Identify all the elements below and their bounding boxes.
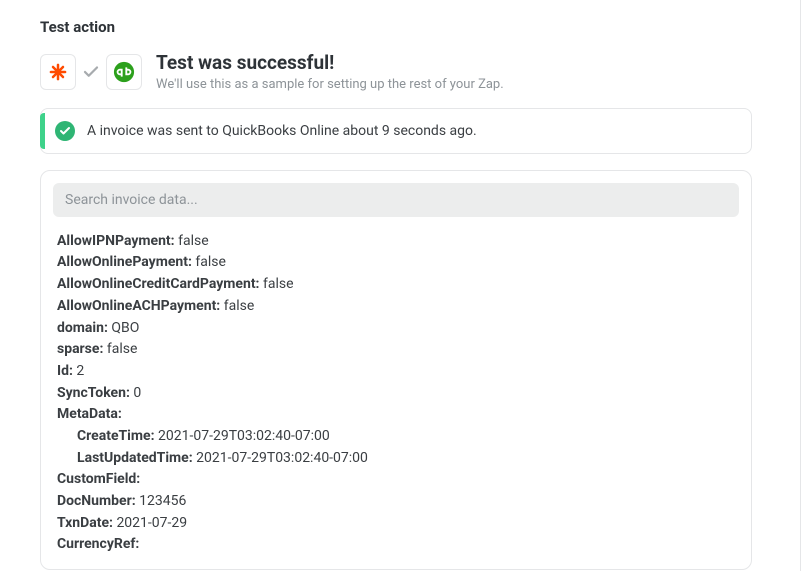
data-value: false bbox=[224, 298, 255, 314]
data-row: sparse: false bbox=[57, 339, 735, 361]
result-header: Test was successful! We'll use this as a… bbox=[40, 52, 801, 92]
quickbooks-logo-icon bbox=[113, 61, 135, 83]
data-row: CurrencyRef: bbox=[57, 534, 735, 556]
data-row: AllowOnlinePayment: false bbox=[57, 252, 735, 274]
data-key: AllowOnlineACHPayment: bbox=[57, 298, 220, 314]
data-key: Id: bbox=[57, 363, 73, 379]
data-key: AllowOnlineCreditCardPayment: bbox=[57, 276, 260, 292]
data-value: false bbox=[178, 233, 209, 249]
data-row: AllowIPNPayment: false bbox=[57, 231, 735, 253]
data-key: domain: bbox=[57, 320, 108, 336]
data-row: CustomField: bbox=[57, 469, 735, 491]
success-alert: A invoice was sent to QuickBooks Online … bbox=[40, 108, 752, 154]
data-key: CustomField: bbox=[57, 471, 140, 487]
data-key: AllowIPNPayment: bbox=[57, 233, 175, 249]
data-value: false bbox=[263, 276, 294, 292]
data-key: MetaData: bbox=[57, 406, 122, 422]
data-scroll[interactable]: AllowIPNPayment: falseAllowOnlinePayment… bbox=[53, 227, 739, 557]
data-row: AllowOnlineACHPayment: false bbox=[57, 296, 735, 318]
data-value: 123456 bbox=[139, 493, 186, 509]
data-value: 0 bbox=[133, 385, 141, 401]
data-key: CurrencyRef: bbox=[57, 536, 139, 552]
data-row: TxnDate: 2021-07-29 bbox=[57, 513, 735, 535]
data-value: false bbox=[107, 341, 138, 357]
data-key: LastUpdatedTime: bbox=[77, 450, 193, 466]
data-key: sparse: bbox=[57, 341, 103, 357]
data-row: MetaData: bbox=[57, 404, 735, 426]
data-key: AllowOnlinePayment: bbox=[57, 254, 192, 270]
zapier-icon bbox=[40, 54, 76, 90]
data-key: SyncToken: bbox=[57, 385, 130, 401]
data-row: LastUpdatedTime: 2021-07-29T03:02:40-07:… bbox=[57, 448, 735, 470]
data-row: DocNumber: 123456 bbox=[57, 491, 735, 513]
zapier-logo-icon bbox=[48, 62, 68, 82]
search-input[interactable]: Search invoice data... bbox=[53, 183, 739, 217]
data-row: AllowOnlineCreditCardPayment: false bbox=[57, 274, 735, 296]
check-circle-icon bbox=[55, 121, 75, 141]
data-row: Id: 2 bbox=[57, 361, 735, 383]
data-value: false bbox=[195, 254, 226, 270]
data-key: CreateTime: bbox=[77, 428, 155, 444]
alert-text: A invoice was sent to QuickBooks Online … bbox=[87, 123, 477, 139]
quickbooks-icon bbox=[106, 54, 142, 90]
result-subtitle: We'll use this as a sample for setting u… bbox=[156, 77, 504, 92]
data-row: value: USD bbox=[57, 556, 735, 557]
connector-check-icon bbox=[78, 63, 104, 81]
data-value: 2 bbox=[76, 363, 84, 379]
data-row: domain: QBO bbox=[57, 318, 735, 340]
data-value: QBO bbox=[111, 320, 139, 336]
data-row: SyncToken: 0 bbox=[57, 383, 735, 405]
data-key: DocNumber: bbox=[57, 493, 136, 509]
page-title: Test action bbox=[40, 18, 801, 36]
data-key: TxnDate: bbox=[57, 515, 113, 531]
data-row: CreateTime: 2021-07-29T03:02:40-07:00 bbox=[57, 426, 735, 448]
data-value: 2021-07-29 bbox=[116, 515, 187, 531]
results-panel: Search invoice data... AllowIPNPayment: … bbox=[40, 170, 752, 570]
result-title: Test was successful! bbox=[156, 52, 504, 75]
data-value: 2021-07-29T03:02:40-07:00 bbox=[196, 450, 368, 466]
data-value: 2021-07-29T03:02:40-07:00 bbox=[158, 428, 330, 444]
